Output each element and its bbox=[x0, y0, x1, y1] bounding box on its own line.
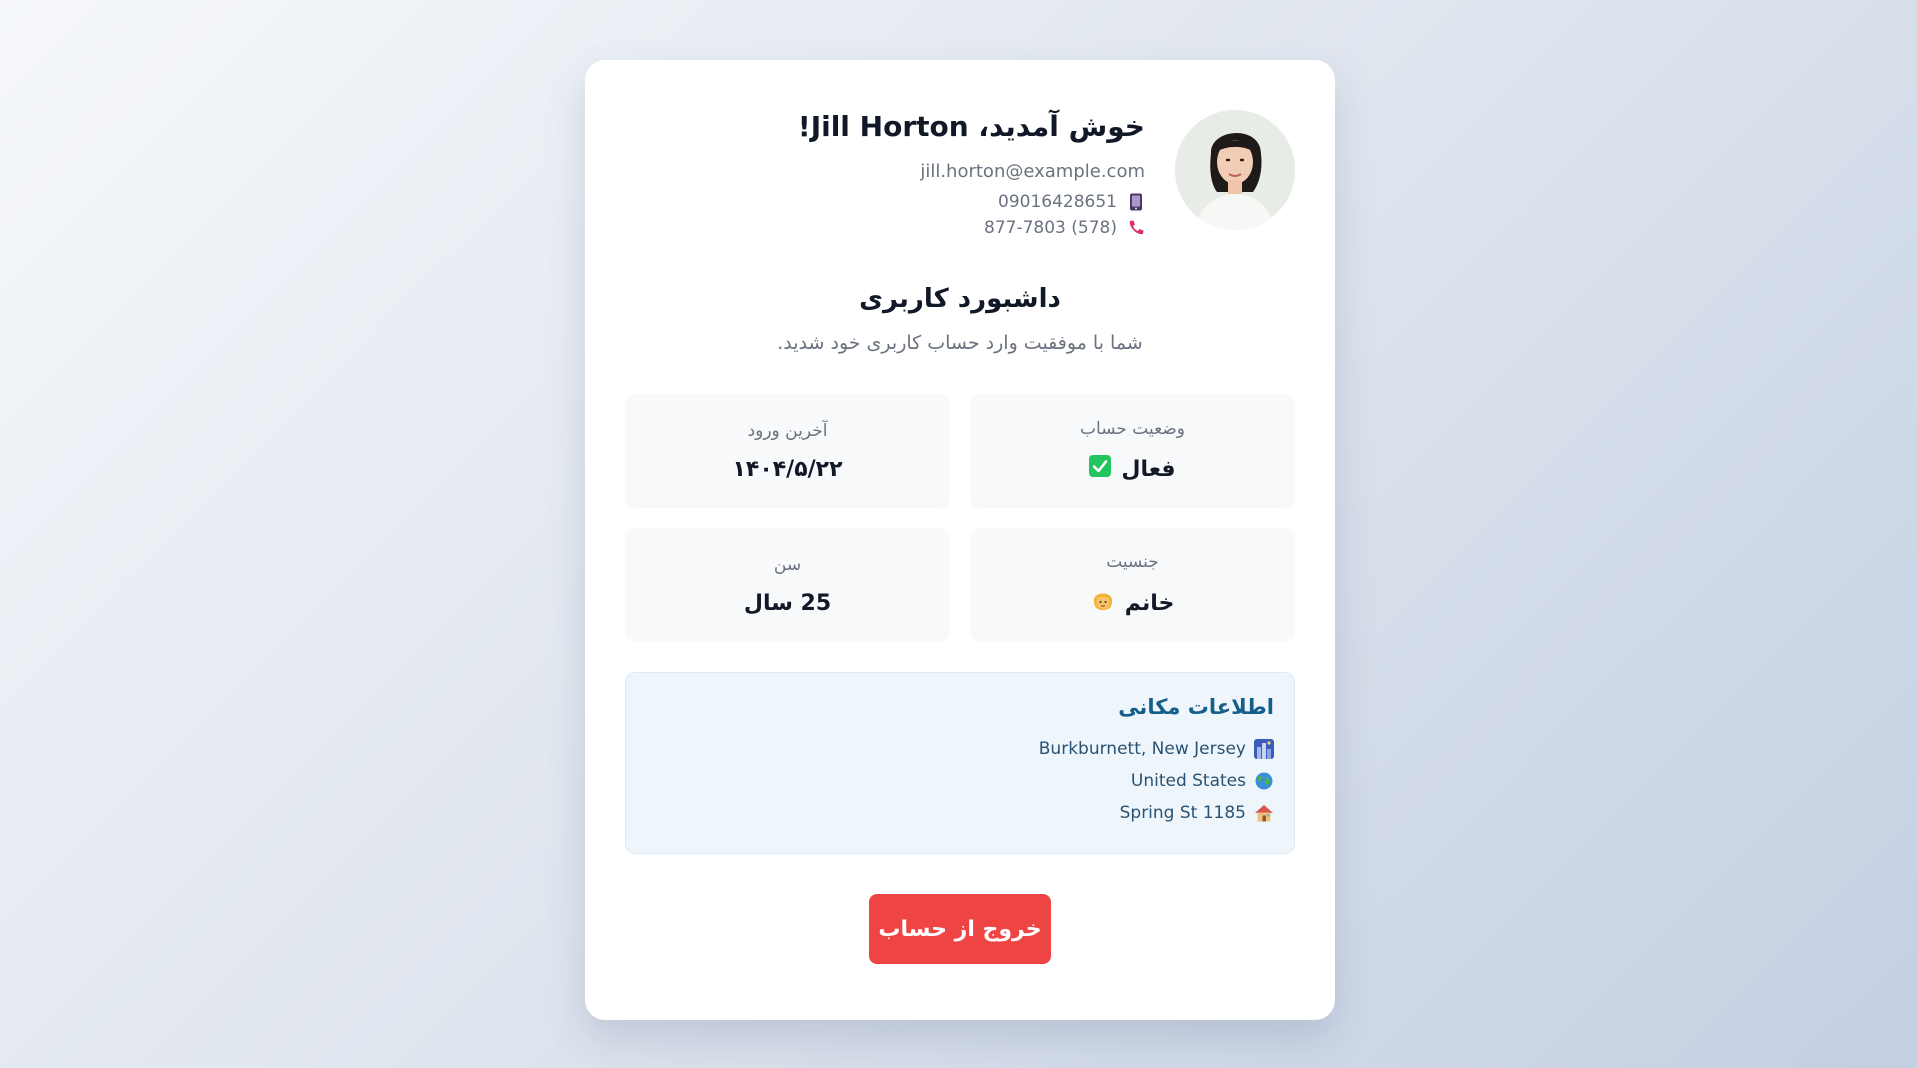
country-text: United States bbox=[1130, 771, 1246, 791]
street-text: Spring St 1185 bbox=[1119, 803, 1246, 823]
dashboard-intro: داشبورد کاربری شما با موفقیت وارد حساب ک… bbox=[625, 284, 1295, 354]
cell-line: 09016428651 bbox=[798, 192, 1145, 212]
cityscape-icon bbox=[1254, 739, 1274, 759]
phone-number: (578) 877-7803 bbox=[984, 218, 1117, 238]
city-text: Burkburnett, New Jersey bbox=[1038, 739, 1246, 759]
logout-wrap: خروج از حساب bbox=[625, 894, 1295, 964]
mobile-phone-icon bbox=[1127, 193, 1145, 211]
age-value: 25 سال bbox=[743, 590, 832, 616]
profile-header: خوش آمدید، Jill Horton! jill.horton@exam… bbox=[625, 110, 1295, 244]
stat-age: سن 25 سال bbox=[625, 528, 950, 642]
gender-value: خانم bbox=[1124, 590, 1175, 616]
stat-label: جنسیت bbox=[1106, 552, 1159, 572]
location-city: Burkburnett, New Jersey bbox=[646, 739, 1274, 759]
location-title: اطلاعات مکانی bbox=[1118, 695, 1274, 719]
stat-gender: جنسیت خانم bbox=[970, 528, 1295, 642]
welcome-heading: خوش آمدید، Jill Horton! bbox=[797, 110, 1145, 143]
location-panel: اطلاعات مکانی Burkburnett, New Jersey Un… bbox=[625, 672, 1295, 854]
user-email: jill.horton@example.com bbox=[920, 161, 1145, 182]
check-mark-icon bbox=[1089, 455, 1112, 483]
last-login-value: ۱۴۰۴/۵/۲۲ bbox=[732, 456, 843, 482]
logout-button[interactable]: خروج از حساب bbox=[869, 894, 1051, 964]
stat-value-gender: خانم bbox=[1091, 588, 1175, 618]
telephone-icon bbox=[1127, 219, 1145, 237]
stat-last-login: آخرین ورود ۱۴۰۴/۵/۲۲ bbox=[625, 394, 950, 508]
dashboard-card: خوش آمدید، Jill Horton! jill.horton@exam… bbox=[585, 60, 1335, 1020]
profile-info: خوش آمدید، Jill Horton! jill.horton@exam… bbox=[798, 110, 1145, 244]
location-country: United States bbox=[646, 771, 1274, 791]
woman-emoji-icon bbox=[1091, 588, 1115, 618]
dashboard-subtitle: شما با موفقیت وارد حساب کاربری خود شدید. bbox=[777, 332, 1143, 354]
stat-value-status: فعال bbox=[1089, 455, 1176, 483]
stats-grid: وضعیت حساب فعال آخرین ورود ۱۴۰۴/۵/۲۲ جنس… bbox=[625, 394, 1295, 642]
cell-number: 09016428651 bbox=[998, 192, 1117, 212]
status-value: فعال bbox=[1121, 456, 1176, 482]
location-street: Spring St 1185 bbox=[646, 803, 1274, 823]
stat-label: سن bbox=[773, 554, 802, 575]
stat-label: وضعیت حساب bbox=[1080, 419, 1185, 439]
stat-label: آخرین ورود bbox=[747, 420, 828, 441]
avatar bbox=[1175, 110, 1295, 230]
phone-line: (578) 877-7803 bbox=[798, 218, 1145, 238]
house-icon bbox=[1254, 803, 1274, 823]
stat-account-status: وضعیت حساب فعال bbox=[970, 394, 1295, 508]
dashboard-title: داشبورد کاربری bbox=[859, 284, 1061, 314]
globe-icon bbox=[1254, 771, 1274, 791]
